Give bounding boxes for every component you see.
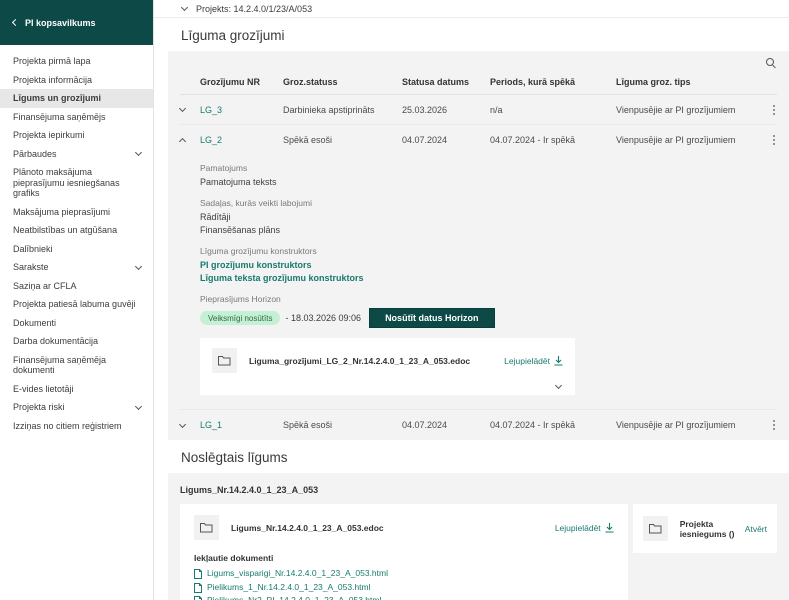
- amendments-panel: Grozījumu NR Groz.statuss Statusa datums…: [168, 51, 789, 440]
- col-groz-tips: Līguma groz. tips: [616, 76, 691, 87]
- collapse-row-icon[interactable]: [178, 137, 187, 145]
- expand-row-icon[interactable]: [178, 420, 187, 428]
- sidebar-item-planoto-maksajuma-grafiks[interactable]: Plānoto maksājuma pieprasījumu iesniegša…: [0, 163, 153, 203]
- sidebar-item-patiesa-labuma-guveji[interactable]: Projekta patiesā labuma guvēji: [0, 295, 153, 314]
- chevron-down-icon: [180, 3, 189, 12]
- sidebar-item-neatbilstibas[interactable]: Neatbilstības un atgūšana: [0, 221, 153, 240]
- sidebar-item-parbaudes[interactable]: Pārbaudes: [0, 145, 153, 164]
- amendment-link[interactable]: LG_2: [200, 135, 283, 145]
- amendment-file-card: Liguma_grozījumi_LG_2_Nr.14.2.4.0_1_23_A…: [200, 338, 575, 395]
- included-file-link[interactable]: Pielikums_Nr2_PI_14.2.4.0_1_23_A_053.htm…: [194, 596, 614, 600]
- col-statusa-datums: Statusa datums: [402, 76, 470, 87]
- table-row-lg1: LG_1 Spēkā esoši 04.07.2024 04.07.2024 -…: [178, 410, 777, 440]
- document-icon: [194, 582, 202, 593]
- download-link[interactable]: Lejupielādēt: [555, 522, 614, 533]
- table-row-lg3: LG_3 Darbinieka apstiprināts 25.03.2026 …: [178, 95, 777, 125]
- document-icon: [194, 596, 202, 600]
- sidebar-nav: Projekta pirmā lapa Projekta informācija…: [0, 45, 153, 435]
- sidebar-item-projekta-riski[interactable]: Projekta riski: [0, 398, 153, 417]
- amendments-table-header: Grozījumu NR Groz.statuss Statusa datums…: [180, 69, 777, 95]
- justification-text: Pamatojuma teksts: [200, 177, 277, 187]
- sidebar-item-maksajuma-pieprasijumi[interactable]: Maksājuma pieprasījumi: [0, 203, 153, 222]
- constructor-label: Līguma grozījumu konstruktors: [200, 246, 317, 256]
- horizon-timestamp: - 18.03.2026 09:06: [285, 313, 362, 323]
- horizon-request-label: Pieprasījums Horizon: [200, 294, 281, 304]
- chevron-down-icon: [134, 262, 143, 270]
- sidebar-title: PI kopsavilkums: [25, 17, 96, 28]
- contract-file-card: Ligums_Nr.14.2.4.0_1_23_A_053.edoc Lejup…: [180, 504, 628, 600]
- col-grozijumu-nr: Grozījumu NR: [200, 76, 260, 87]
- project-breadcrumb-bar[interactable]: Projekts: 14.2.4.0/1/23/A/053: [154, 0, 789, 18]
- main-content: Projekts: 14.2.4.0/1/23/A/053 Līguma gro…: [154, 0, 789, 600]
- application-name: Projekta iesniegums (): [679, 518, 735, 539]
- folder-icon: [642, 516, 668, 541]
- back-icon: [11, 18, 20, 27]
- pi-constructor-link[interactable]: PI grozījumu konstruktors: [200, 259, 777, 272]
- section-item: Finansēšanas plāns: [200, 225, 281, 235]
- sidebar-item-e-vides-lietotaji[interactable]: E-vides lietotāji: [0, 380, 153, 399]
- sidebar-item-izzinas[interactable]: Izziņas no citiem reģistriem: [0, 417, 153, 436]
- file-name: Ligums_Nr.14.2.4.0_1_23_A_053.edoc: [231, 522, 384, 533]
- row-menu-icon[interactable]: [771, 133, 777, 147]
- table-row-lg2: LG_2 Spēkā esoši 04.07.2024 04.07.2024 -…: [178, 125, 777, 155]
- amendment-link[interactable]: LG_1: [200, 420, 283, 430]
- col-groz-statuss: Groz.statuss: [283, 76, 338, 87]
- sidebar-item-dalibnieki[interactable]: Dalībnieki: [0, 240, 153, 259]
- section-item: Rādītāji: [200, 212, 231, 222]
- page-title-contract: Noslēgtais līgums: [181, 450, 288, 465]
- document-icon: [194, 569, 202, 579]
- row-menu-icon[interactable]: [771, 418, 777, 432]
- included-file-link[interactable]: Ligums_visparigi_Nr.14.2.4.0_1_23_A_053.…: [194, 569, 614, 579]
- contract-panel: Ligums_Nr.14.2.4.0_1_23_A_053 Ligums_Nr.…: [168, 473, 789, 600]
- contract-panel-title: Ligums_Nr.14.2.4.0_1_23_A_053: [180, 485, 319, 495]
- send-horizon-button[interactable]: Nosūtīt datus Horizon: [369, 308, 495, 328]
- project-label: Projekts: 14.2.4.0/1/23/A/053: [196, 3, 313, 14]
- status-badge: Veiksmīgi nosūtīts: [200, 311, 281, 325]
- included-file-link[interactable]: Pielikums_1_Nr.14.2.4.0_1_23_A_053.html: [194, 582, 614, 593]
- sidebar-item-sazina-ar-cfla[interactable]: Saziņa ar CFLA: [0, 277, 153, 296]
- download-icon: [554, 355, 563, 366]
- app-window: PI kopsavilkums Projekta pirmā lapa Proj…: [0, 0, 789, 600]
- sidebar-item-projekta-pirma-lapa[interactable]: Projekta pirmā lapa: [0, 52, 153, 71]
- expand-row-icon[interactable]: [178, 104, 187, 113]
- col-periods: Periods, kurā spēkā: [490, 76, 576, 87]
- page-title-amendments: Līguma grozījumi: [181, 28, 285, 43]
- chevron-down-icon: [134, 149, 143, 157]
- sidebar-item-projekta-informacija[interactable]: Projekta informācija: [0, 71, 153, 90]
- folder-icon: [194, 515, 219, 540]
- contract-text-constructor-link[interactable]: Līguma teksta grozījumu konstruktors: [200, 272, 777, 285]
- sidebar-back-header[interactable]: PI kopsavilkums: [0, 0, 153, 45]
- sidebar: PI kopsavilkums Projekta pirmā lapa Proj…: [0, 0, 154, 600]
- download-link[interactable]: Lejupielādēt: [504, 355, 563, 366]
- sidebar-item-finansejuma-sanemejs[interactable]: Finansējuma saņēmējs: [0, 108, 153, 127]
- project-application-card: Projekta iesniegums () Atvērt: [632, 504, 777, 553]
- sidebar-item-ligums-un-grozijumi[interactable]: Līgums un grozījumi: [0, 89, 153, 108]
- download-icon: [605, 522, 614, 533]
- sidebar-item-projekta-iepirkumi[interactable]: Projekta iepirkumi: [0, 126, 153, 145]
- open-link[interactable]: Atvērt: [745, 524, 767, 534]
- folder-icon: [212, 348, 237, 373]
- row-menu-icon[interactable]: [771, 103, 777, 117]
- sections-label: Sadaļas, kurās veikti labojumi: [200, 198, 312, 208]
- search-icon[interactable]: [766, 57, 777, 69]
- amendment-detail-lg2: Pamatojums Pamatojuma teksts Sadaļas, ku…: [180, 155, 777, 410]
- included-documents-label: Iekļautie dokumenti: [194, 553, 274, 563]
- sidebar-item-darba-dokumentacija[interactable]: Darba dokumentācija: [0, 332, 153, 351]
- card-collapse-icon[interactable]: [554, 381, 563, 390]
- sidebar-item-sarakste[interactable]: Sarakste: [0, 258, 153, 277]
- sidebar-item-dokumenti[interactable]: Dokumenti: [0, 314, 153, 333]
- justification-label: Pamatojums: [200, 163, 248, 173]
- chevron-down-icon: [134, 402, 143, 410]
- file-name: Liguma_grozījumi_LG_2_Nr.14.2.4.0_1_23_A…: [249, 355, 471, 366]
- sidebar-item-fs-dokumenti[interactable]: Finansējuma saņēmēja dokumenti: [0, 351, 153, 380]
- amendment-link[interactable]: LG_3: [200, 105, 283, 115]
